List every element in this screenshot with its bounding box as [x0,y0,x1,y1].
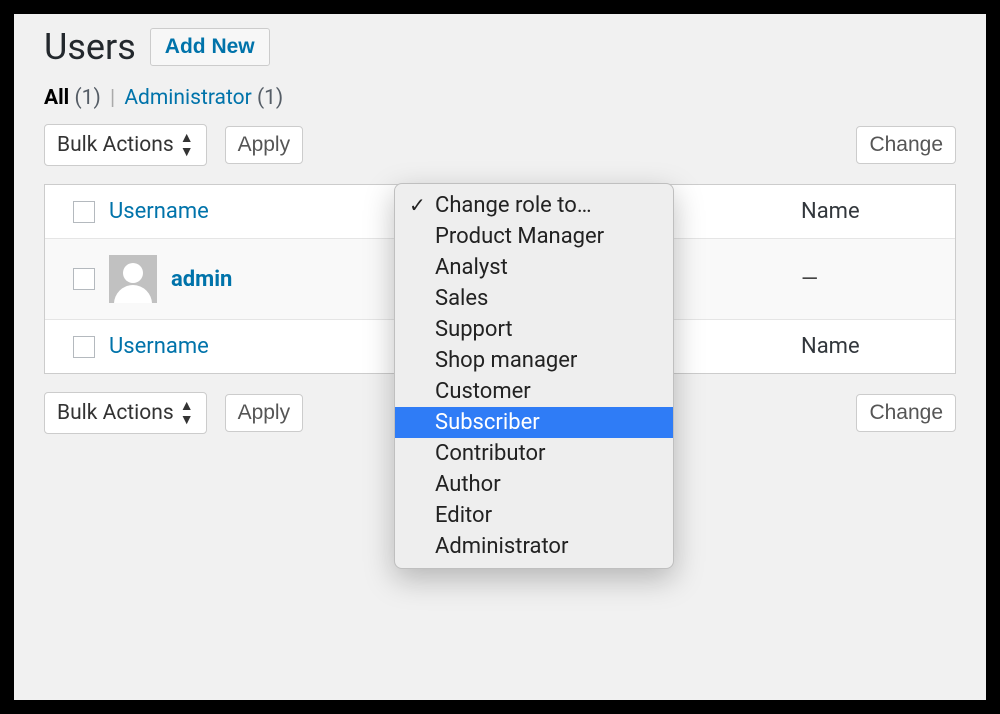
column-name-header: Name [801,199,941,224]
role-filter-links: All (1) | Administrator (1) [44,86,956,110]
select-all-checkbox-top[interactable] [73,201,95,223]
role-option[interactable]: Author [395,469,673,500]
column-username-header[interactable]: Username [109,199,209,224]
row-checkbox[interactable] [73,268,95,290]
column-username-footer[interactable]: Username [109,334,209,359]
role-option[interactable]: Customer [395,376,673,407]
role-option[interactable]: Analyst [395,252,673,283]
column-name-footer: Name [801,334,941,359]
apply-button-bottom[interactable]: Apply [225,394,304,432]
filter-all-count: (1) [74,86,100,110]
role-option[interactable]: Shop manager [395,345,673,376]
role-option[interactable]: Support [395,314,673,345]
filter-administrator-count: (1) [257,86,283,110]
bulk-actions-select-bottom[interactable]: Bulk Actions ▲▼ [44,392,207,434]
role-option[interactable]: Product Manager [395,221,673,252]
bulk-actions-label: Bulk Actions [57,133,174,157]
role-option[interactable]: Sales [395,283,673,314]
role-option[interactable]: Contributor [395,438,673,469]
caret-icon: ▲▼ [180,399,194,427]
bulk-actions-top: Bulk Actions ▲▼ Apply Change [44,124,956,166]
change-role-dropdown[interactable]: Change role to…Product ManagerAnalystSal… [394,183,674,569]
app-frame: Users Add New All (1) | Administrator (1… [0,0,1000,714]
role-option[interactable]: Change role to… [395,190,673,221]
add-new-button[interactable]: Add New [150,28,270,66]
bulk-actions-select-top[interactable]: Bulk Actions ▲▼ [44,124,207,166]
caret-icon: ▲▼ [180,131,194,159]
bulk-actions-label: Bulk Actions [57,401,174,425]
filter-all-label[interactable]: All [44,86,69,110]
avatar-icon [109,255,157,303]
select-all-checkbox-bottom[interactable] [73,336,95,358]
filter-administrator-link[interactable]: Administrator [124,86,251,110]
role-option[interactable]: Administrator [395,531,673,562]
role-option[interactable]: Subscriber [395,407,673,438]
apply-button-top[interactable]: Apply [225,126,304,164]
change-role-button-top[interactable]: Change [856,126,956,164]
change-role-button-bottom[interactable]: Change [856,394,956,432]
username-link[interactable]: admin [171,267,232,292]
role-option[interactable]: Editor [395,500,673,531]
filter-separator: | [110,86,115,110]
page-header: Users Add New [44,26,956,68]
page-title: Users [44,26,136,68]
name-cell: — [801,267,941,292]
page-content: Users Add New All (1) | Administrator (1… [14,14,986,434]
